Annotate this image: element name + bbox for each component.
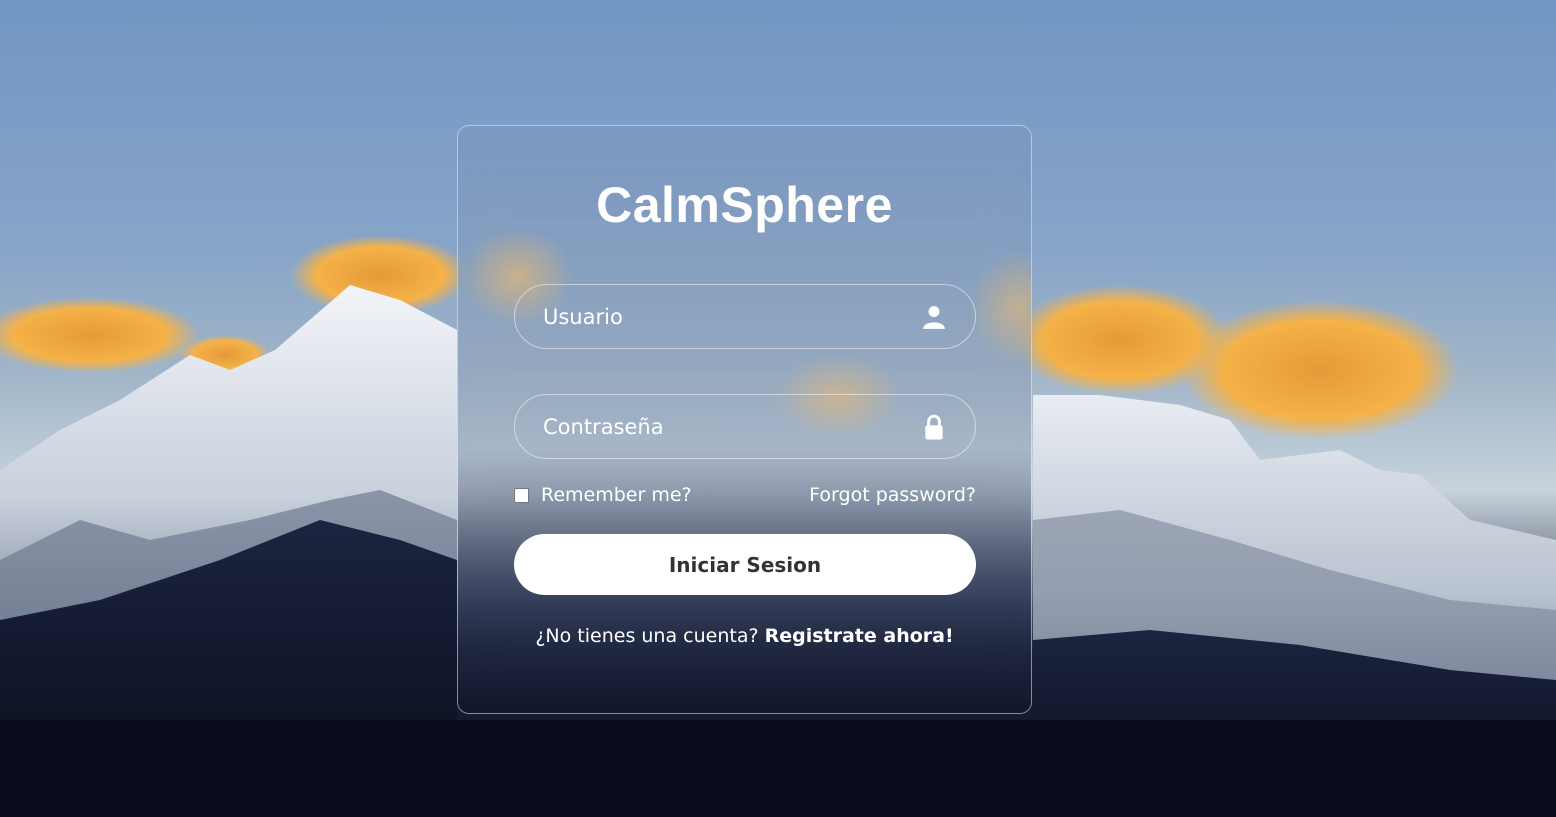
username-input[interactable] [515, 285, 975, 348]
login-button[interactable]: Iniciar Sesion [514, 534, 976, 595]
app-title: CalmSphere [596, 177, 893, 233]
register-prompt: ¿No tienes una cuenta? [535, 625, 765, 647]
remember-me[interactable]: Remember me? [514, 484, 692, 506]
forgot-password-link[interactable]: Forgot password? [809, 484, 976, 506]
remember-checkbox[interactable] [514, 487, 529, 503]
lock-icon [925, 414, 943, 440]
register-link[interactable]: Registrate ahora! [765, 625, 954, 647]
remember-label: Remember me? [541, 484, 692, 506]
register-row: ¿No tienes una cuenta? Registrate ahora! [458, 625, 1031, 647]
login-card: CalmSphere Remember me? Forgot password?… [457, 125, 1032, 714]
user-icon [923, 306, 945, 329]
password-field[interactable] [514, 394, 976, 459]
login-options: Remember me? Forgot password? [514, 482, 976, 512]
password-input[interactable] [515, 395, 975, 458]
username-field[interactable] [514, 284, 976, 349]
